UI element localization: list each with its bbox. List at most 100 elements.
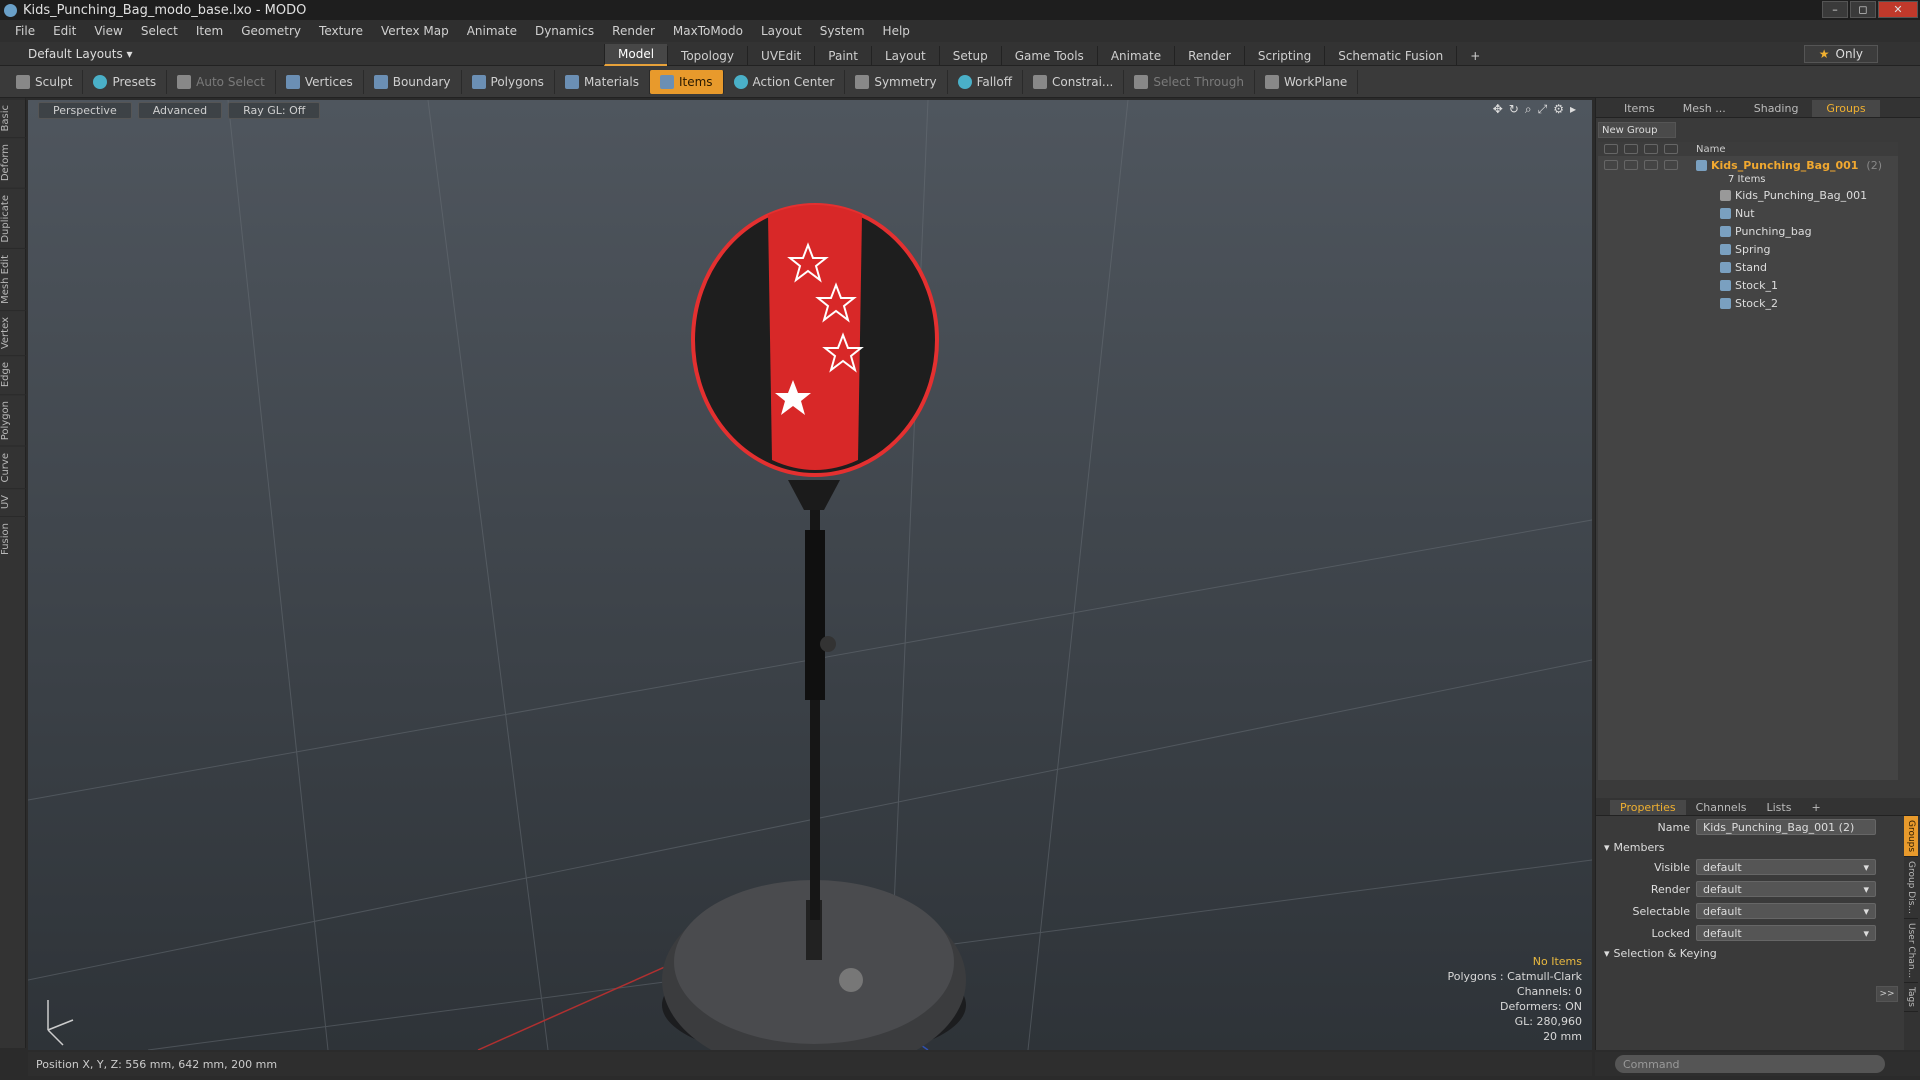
lock-icon[interactable] (1664, 144, 1678, 154)
tab-uvedit[interactable]: UVEdit (747, 46, 814, 66)
menu-view[interactable]: View (85, 24, 131, 38)
pan-icon[interactable]: ✥ (1493, 102, 1503, 117)
maximize-button[interactable]: ◻ (1850, 1, 1876, 18)
boundary-button[interactable]: Boundary (364, 69, 462, 94)
tab-game-tools[interactable]: Game Tools (1000, 46, 1097, 66)
default-layouts-dropdown[interactable]: Default Layouts ▾ (28, 47, 133, 61)
visibility-toggle[interactable] (1604, 160, 1618, 170)
tab-model[interactable]: Model (604, 44, 668, 66)
zoom-icon[interactable]: ⌕ (1525, 102, 1532, 117)
vtab-group-display[interactable]: Group Dis... (1904, 857, 1918, 920)
tab-setup[interactable]: Setup (938, 46, 1001, 66)
render-toggle[interactable] (1624, 160, 1638, 170)
falloff-button[interactable]: Falloff (948, 69, 1023, 94)
settings-icon[interactable]: ⚙ (1553, 102, 1564, 117)
action-center-button[interactable]: Action Center (724, 69, 846, 94)
select-toggle[interactable] (1644, 160, 1658, 170)
menu-item[interactable]: Item (187, 24, 232, 38)
list-item[interactable]: Stock_1 (1598, 276, 1898, 294)
list-item[interactable]: Nut (1598, 204, 1898, 222)
menu-animate[interactable]: Animate (458, 24, 526, 38)
vertices-button[interactable]: Vertices (276, 69, 364, 94)
tab-polygon[interactable]: Polygon (0, 393, 26, 446)
sculpt-button[interactable]: Sculpt (6, 69, 84, 94)
only-button[interactable]: ★ Only (1803, 45, 1878, 63)
vtab-groups[interactable]: Groups (1904, 816, 1918, 858)
menu-select[interactable]: Select (132, 24, 187, 38)
new-group-button[interactable]: New Group (1598, 122, 1676, 138)
members-section[interactable]: ▾ Members (1596, 838, 1920, 856)
3d-viewport[interactable]: Perspective Advanced Ray GL: Off ✥ ↻ ⌕ ⤢… (28, 100, 1592, 1050)
tab-vertex[interactable]: Vertex (0, 310, 26, 356)
polygons-button[interactable]: Polygons (462, 69, 555, 94)
list-item[interactable]: Stand (1598, 258, 1898, 276)
tab-basic[interactable]: Basic (0, 98, 26, 138)
menu-system[interactable]: System (811, 24, 874, 38)
command-input[interactable]: Command (1615, 1055, 1885, 1073)
group-row[interactable]: Kids_Punching_Bag_001 (2) (1598, 156, 1898, 174)
tab-animate[interactable]: Animate (1096, 46, 1174, 66)
close-button[interactable]: ✕ (1878, 1, 1918, 18)
select-icon[interactable] (1644, 144, 1658, 154)
select-through-button[interactable]: Select Through (1124, 69, 1255, 94)
tab-paint[interactable]: Paint (814, 46, 871, 66)
items-button[interactable]: Items (649, 69, 724, 94)
visible-dropdown[interactable]: default ▾ (1696, 859, 1876, 875)
menu-help[interactable]: Help (874, 24, 919, 38)
tab-scripting[interactable]: Scripting (1243, 46, 1324, 66)
tab-fusion[interactable]: Fusion (0, 515, 26, 561)
menu-render[interactable]: Render (603, 24, 664, 38)
menu-texture[interactable]: Texture (310, 24, 372, 38)
tab-schematic-fusion[interactable]: Schematic Fusion (1324, 46, 1456, 66)
list-item[interactable]: Stock_2 (1598, 294, 1898, 312)
menu-vertex-map[interactable]: Vertex Map (372, 24, 458, 38)
list-item[interactable]: Spring (1598, 240, 1898, 258)
tab-uv[interactable]: UV (0, 488, 26, 516)
menu-layout[interactable]: Layout (752, 24, 811, 38)
tab-groups[interactable]: Groups (1812, 100, 1880, 117)
workplane-button[interactable]: WorkPlane (1255, 69, 1359, 94)
tab-lists[interactable]: Lists (1757, 800, 1802, 815)
selection-keying-section[interactable]: ▾ Selection & Keying (1596, 944, 1920, 962)
menu-edit[interactable]: Edit (44, 24, 85, 38)
expand-icon[interactable]: ▸ (1570, 102, 1576, 117)
symmetry-button[interactable]: Symmetry (845, 69, 948, 94)
tab-shading[interactable]: Shading (1740, 100, 1813, 117)
list-item[interactable]: Kids_Punching_Bag_001 (1598, 186, 1898, 204)
expand-button[interactable]: >> (1876, 986, 1898, 1002)
raygl-button[interactable]: Ray GL: Off (228, 102, 321, 119)
render-dropdown[interactable]: default ▾ (1696, 881, 1876, 897)
tab-mesh-edit[interactable]: Mesh Edit (0, 248, 26, 311)
materials-button[interactable]: Materials (555, 69, 650, 94)
add-tab-button[interactable]: + (1456, 46, 1493, 66)
lock-toggle[interactable] (1664, 160, 1678, 170)
auto-select-button[interactable]: Auto Select (167, 69, 276, 94)
constraints-button[interactable]: Constrai... (1023, 69, 1125, 94)
rotate-icon[interactable]: ↻ (1509, 102, 1519, 117)
tab-channels[interactable]: Channels (1686, 800, 1757, 815)
menu-geometry[interactable]: Geometry (232, 24, 310, 38)
locked-dropdown[interactable]: default ▾ (1696, 925, 1876, 941)
list-item[interactable]: Punching_bag (1598, 222, 1898, 240)
tab-deform[interactable]: Deform (0, 137, 26, 188)
presets-button[interactable]: Presets (83, 69, 168, 94)
menu-maxtomodo[interactable]: MaxToModo (664, 24, 752, 38)
tab-mesh[interactable]: Mesh ... (1669, 100, 1740, 117)
vtab-user-channels[interactable]: User Chan... (1904, 919, 1918, 984)
minimize-button[interactable]: – (1822, 1, 1848, 18)
add-properties-tab[interactable]: + (1801, 800, 1830, 815)
fit-icon[interactable]: ⤢ (1538, 102, 1548, 117)
tab-topology[interactable]: Topology (667, 46, 747, 66)
tab-edge[interactable]: Edge (0, 355, 26, 394)
tab-duplicate[interactable]: Duplicate (0, 187, 26, 249)
advanced-button[interactable]: Advanced (137, 102, 223, 119)
eye-icon[interactable] (1604, 144, 1618, 154)
tab-items[interactable]: Items (1610, 100, 1669, 117)
name-field[interactable]: Kids_Punching_Bag_001 (2) (1696, 819, 1876, 835)
menu-file[interactable]: File (6, 24, 44, 38)
tab-curve[interactable]: Curve (0, 445, 26, 489)
perspective-button[interactable]: Perspective (38, 102, 132, 119)
render-icon[interactable] (1624, 144, 1638, 154)
tab-layout[interactable]: Layout (870, 46, 939, 66)
vtab-tags[interactable]: Tags (1904, 983, 1918, 1013)
